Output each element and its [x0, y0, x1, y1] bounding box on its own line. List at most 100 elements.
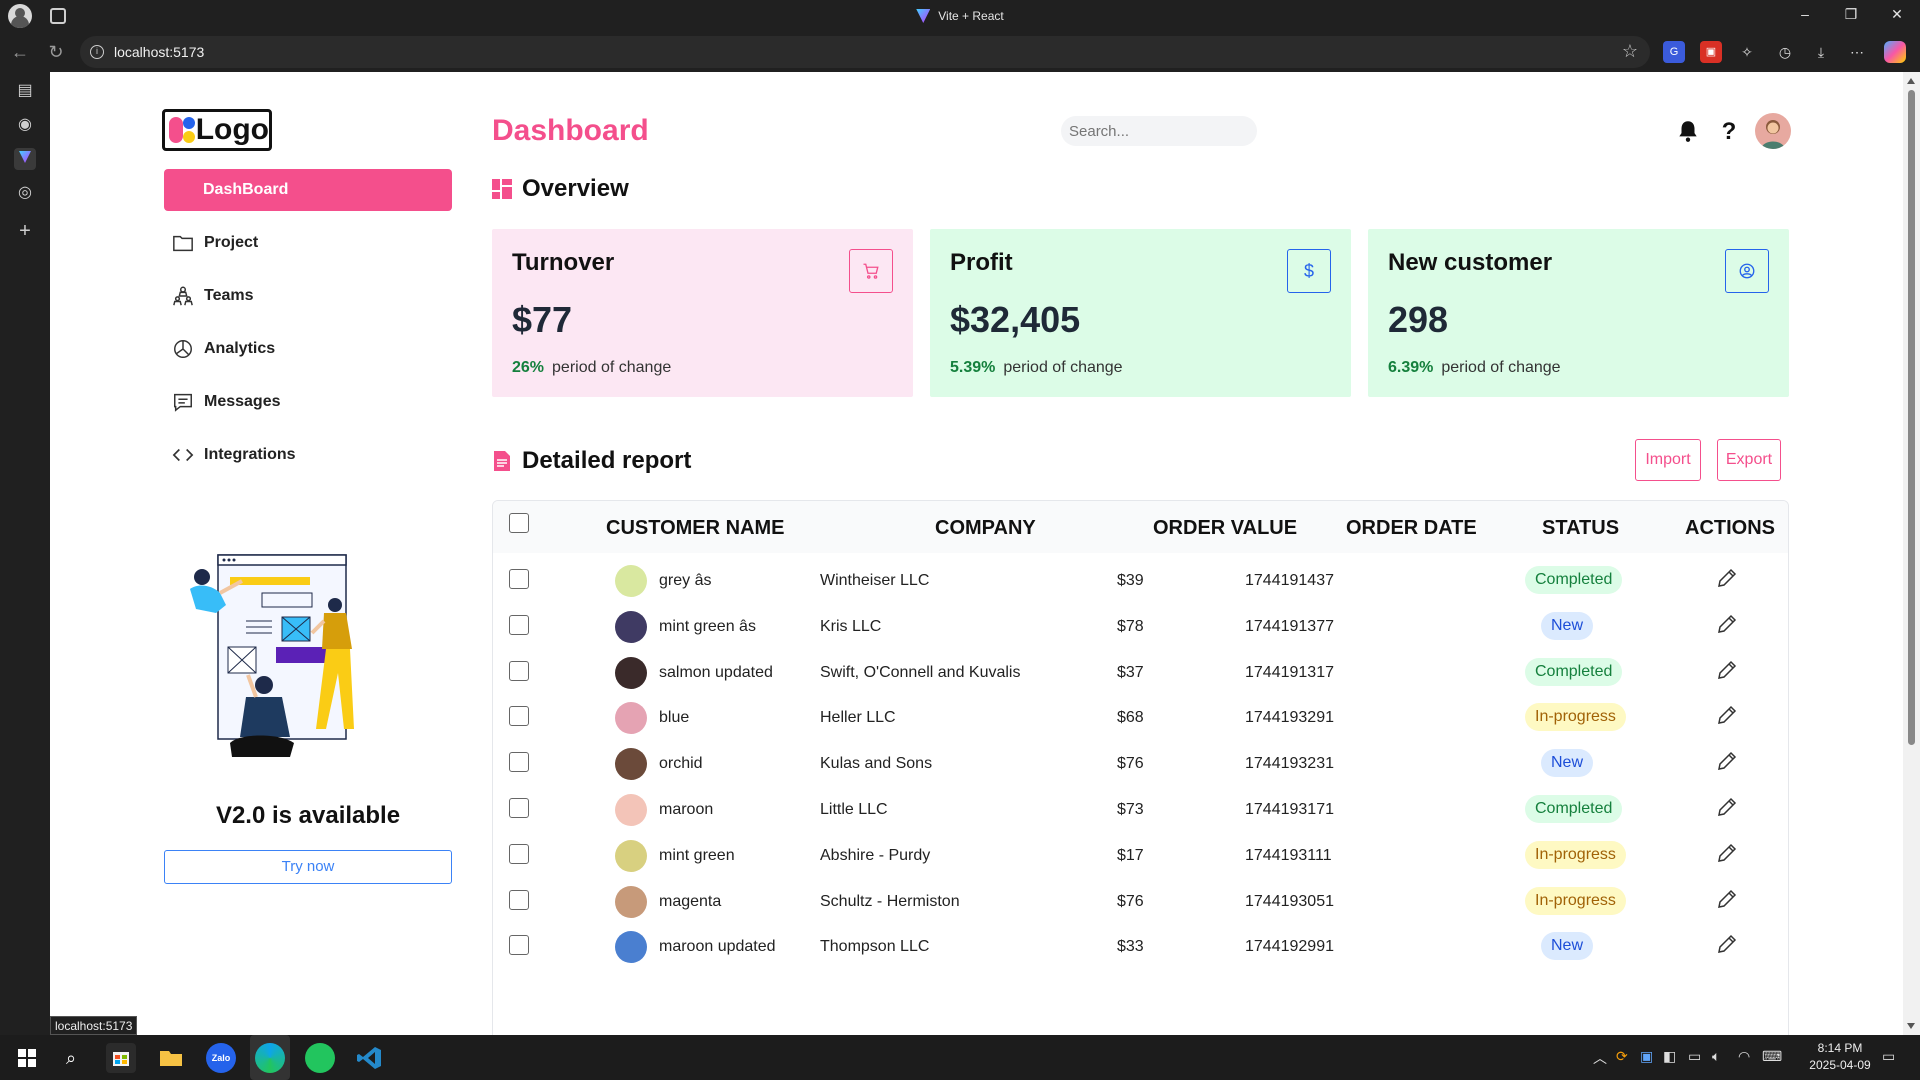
edit-pencil-icon[interactable] — [1715, 932, 1739, 956]
row-checkbox[interactable] — [509, 843, 529, 864]
close-icon[interactable]: ✕ — [1887, 6, 1907, 23]
scroll-down-icon[interactable] — [1907, 1023, 1915, 1029]
tray-app-icon[interactable]: ▣ — [1640, 1048, 1653, 1065]
row-checkbox[interactable] — [509, 706, 529, 727]
row-checkbox[interactable] — [509, 752, 529, 773]
edge-browser-icon[interactable] — [255, 1043, 285, 1073]
column-header[interactable]: ACTIONS — [1685, 517, 1775, 540]
extension-red-icon[interactable]: ▣ — [1700, 41, 1722, 63]
column-header[interactable]: COMPANY — [935, 517, 1036, 540]
column-header[interactable]: STATUS — [1542, 517, 1619, 540]
select-all-checkbox[interactable] — [509, 513, 529, 533]
favorite-star-icon[interactable]: ☆ — [1622, 41, 1638, 62]
company-name: Kris LLC — [820, 617, 882, 635]
windows-start-icon[interactable] — [12, 1043, 42, 1073]
tab-title[interactable]: Vite + React — [938, 9, 1003, 23]
store-icon[interactable] — [106, 1043, 136, 1073]
tray-sync-icon[interactable]: ⟳ — [1616, 1048, 1628, 1065]
customer-avatar — [615, 885, 647, 918]
search-icon[interactable]: ⌕ — [56, 1043, 86, 1073]
tray-expand-icon[interactable]: ︿ — [1593, 1048, 1607, 1068]
edit-pencil-icon[interactable] — [1715, 749, 1739, 773]
tray-app2-icon[interactable]: ◧ — [1663, 1048, 1676, 1065]
customer-avatar — [615, 794, 647, 826]
copilot-icon[interactable] — [1884, 41, 1906, 63]
app-logo[interactable]: Logo — [162, 109, 272, 151]
wifi-icon[interactable]: ◠ — [1738, 1048, 1750, 1065]
edit-pencil-icon[interactable] — [1715, 841, 1739, 865]
table-row[interactable]: maroon updated Thompson LLC $33 1744192991 N… — [493, 920, 1788, 976]
scroll-up-icon[interactable] — [1907, 78, 1915, 84]
minimize-icon[interactable]: – — [1795, 6, 1815, 22]
taskbar-clock[interactable]: 8:14 PM 2025-04-09 — [1800, 1040, 1880, 1074]
row-checkbox[interactable] — [509, 569, 529, 589]
row-checkbox[interactable] — [509, 660, 529, 681]
sidebar-item-label: DashBoard — [203, 181, 289, 198]
reload-icon[interactable]: ↻ — [44, 40, 68, 64]
order-date: 1744193231 — [1245, 755, 1334, 773]
row-checkbox[interactable] — [509, 889, 529, 910]
import-button[interactable]: Import — [1635, 439, 1701, 481]
sidebar-item-project[interactable]: Project — [164, 222, 452, 264]
site-info-icon[interactable]: i — [90, 45, 104, 59]
dashboard-grid-icon — [492, 179, 512, 199]
notifications-icon[interactable]: ▭ — [1882, 1048, 1895, 1065]
sidebar-item-teams[interactable]: Teams — [164, 275, 452, 317]
extensions-puzzle-icon[interactable]: ✧ — [1736, 41, 1758, 63]
edit-pencil-icon[interactable] — [1715, 795, 1739, 819]
dollar-icon[interactable]: $ — [1287, 249, 1331, 293]
target-tab-icon[interactable]: ◎ — [14, 182, 36, 204]
column-header[interactable]: ORDER VALUE — [1153, 517, 1297, 540]
sidebar-item-integrations[interactable]: Integrations — [164, 434, 452, 476]
order-value: $78 — [1117, 617, 1144, 635]
row-checkbox[interactable] — [509, 614, 529, 635]
row-checkbox[interactable] — [509, 935, 529, 956]
row-checkbox[interactable] — [509, 798, 529, 818]
edit-pencil-icon[interactable] — [1715, 566, 1739, 590]
volume-icon[interactable]: 🔈︎ — [1712, 1048, 1720, 1065]
export-button[interactable]: Export — [1717, 439, 1781, 481]
more-menu-icon[interactable]: ⋯ — [1846, 41, 1868, 63]
page-title: Dashboard — [492, 114, 649, 147]
sidebar-item-analytics[interactable]: Analytics — [164, 328, 452, 370]
change-percent: 5.39% — [950, 359, 996, 376]
column-header[interactable]: ORDER DATE — [1346, 517, 1477, 540]
new-tab-icon[interactable]: + — [14, 220, 36, 242]
zalo-icon[interactable]: Zalo — [206, 1043, 236, 1073]
download-icon[interactable]: ⤓ — [1810, 41, 1832, 63]
company-name: Heller LLC — [820, 709, 896, 727]
edit-pencil-icon[interactable] — [1715, 612, 1739, 636]
sidebar-pages-icon[interactable]: ▤ — [14, 80, 36, 102]
url-field[interactable]: i localhost:5173 ☆ — [80, 36, 1650, 68]
vite-icon — [916, 9, 931, 23]
page-scrollbar[interactable] — [1903, 72, 1920, 1035]
battery-icon[interactable]: ▭ — [1688, 1048, 1701, 1065]
status-badge: New — [1541, 932, 1594, 961]
edit-pencil-icon[interactable] — [1715, 658, 1739, 682]
scroll-thumb[interactable] — [1908, 90, 1915, 745]
user-avatar[interactable] — [1755, 113, 1791, 149]
history-icon[interactable]: ◷ — [1774, 41, 1796, 63]
edit-pencil-icon[interactable] — [1715, 887, 1739, 911]
back-icon[interactable]: ← — [8, 40, 32, 64]
notification-bell-icon[interactable] — [1675, 118, 1701, 144]
customer-avatar — [615, 565, 647, 597]
github-icon[interactable]: ◉ — [14, 114, 36, 136]
user-circle-icon[interactable] — [1725, 249, 1769, 293]
try-now-button[interactable]: Try now — [164, 850, 452, 884]
sidebar-item-dashboard[interactable]: DashBoard — [164, 169, 452, 211]
search-input[interactable] — [1061, 116, 1257, 146]
url-text[interactable]: localhost:5173 — [114, 44, 204, 60]
column-header[interactable]: CUSTOMER NAME — [606, 517, 785, 540]
cart-icon[interactable] — [849, 249, 893, 293]
keyboard-icon[interactable]: ⌨︎ — [1762, 1048, 1782, 1065]
file-explorer-icon[interactable] — [156, 1043, 186, 1073]
sidebar-item-messages[interactable]: Messages — [164, 381, 452, 423]
edit-pencil-icon[interactable] — [1715, 703, 1739, 727]
help-icon[interactable]: ? — [1716, 118, 1742, 145]
vite-tab-icon[interactable] — [14, 148, 36, 170]
app-green-icon[interactable] — [305, 1043, 335, 1073]
extension-translate-icon[interactable]: G — [1663, 41, 1685, 63]
vscode-icon[interactable] — [355, 1043, 385, 1073]
maximize-icon[interactable]: ❐ — [1841, 6, 1861, 23]
